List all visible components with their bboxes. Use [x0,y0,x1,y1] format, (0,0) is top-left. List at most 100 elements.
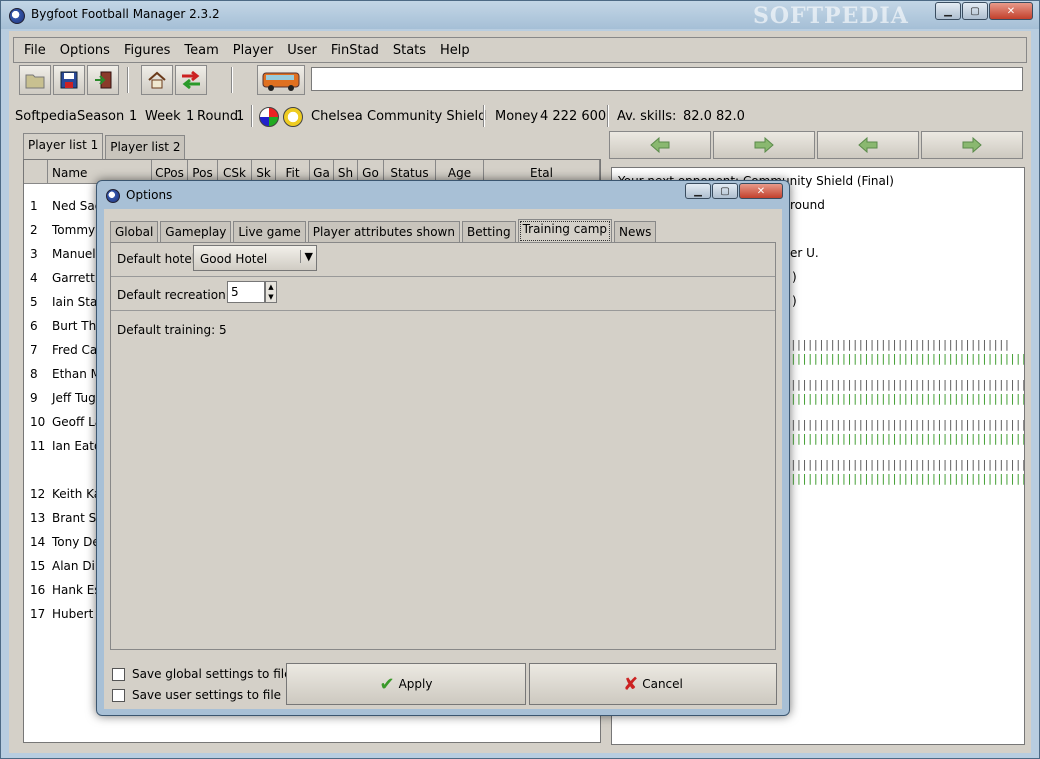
opponent-line-2: round [790,198,825,212]
menu-help[interactable]: Help [440,43,470,58]
maximize-button[interactable]: ▢ [962,2,988,20]
chevron-down-icon: ▼ [299,250,313,263]
home-icon [148,71,166,89]
cross-icon: ✘ [623,673,639,695]
team-style-icon[interactable] [259,107,279,127]
left-arrow-icon [858,137,878,153]
team-name: Chelsea [311,109,363,124]
menu-user[interactable]: User [287,43,317,58]
user-name: Softpedia [15,109,77,124]
tab-training-camp[interactable]: Training camp [517,219,612,243]
tab-betting[interactable]: Betting [461,221,516,243]
right-arrow-icon [962,137,982,153]
menu-team[interactable]: Team [184,43,218,58]
week-label: Week [145,109,181,124]
dialog-button-bar: Save global settings to file Save user s… [104,659,782,709]
folder-icon [25,74,45,89]
prev-fixture-button[interactable] [609,131,711,159]
tab-live-game[interactable]: Live game [233,221,306,243]
new-week-button[interactable] [257,65,305,95]
skill-bar-4: ||||||||||||||||||||||||||||||||||||||||… [790,392,1024,405]
skill-bar-6: ||||||||||||||||||||||||||||||||||||||||… [790,432,1024,445]
menu-stats[interactable]: Stats [393,43,426,58]
default-recreation-row: Default recreation: ▲ ▼ [111,277,775,311]
open-folder-button[interactable] [19,65,51,95]
training-camp-page: Default hotel Good Hotel ▼ Default recre… [110,242,776,650]
round-label: Round [197,109,239,124]
toolbar [13,65,1027,97]
dialog-minimize-button[interactable]: ▁ [685,183,711,199]
left-arrow-icon [650,137,670,153]
default-recreation-spinner[interactable]: ▲ ▼ [227,281,277,303]
save-global-checkbox[interactable]: Save global settings to file [112,667,292,681]
tab-gameplay[interactable]: Gameplay [160,221,232,243]
team-boost-icon[interactable] [283,107,303,127]
tab-global[interactable]: Global [110,221,159,243]
dialog-maximize-button[interactable]: ▢ [712,183,738,199]
spin-down-icon[interactable]: ▼ [266,292,276,302]
close-button[interactable]: ✕ [989,2,1033,20]
default-hotel-label: Default hotel [117,252,196,266]
season-label: Season [77,109,125,124]
status-entry[interactable] [311,67,1023,91]
menu-figures[interactable]: Figures [124,43,170,58]
opponent-line-5: ) [792,294,797,308]
season-value: 1 [129,109,138,124]
cancel-button[interactable]: ✘ Cancel [529,663,777,705]
quit-button[interactable] [87,65,119,95]
save-button[interactable] [53,65,85,95]
spin-up-icon[interactable]: ▲ [266,282,276,292]
tab-news[interactable]: News [614,221,657,243]
tab-player-attributes[interactable]: Player attributes shown [307,221,460,243]
skill-bar-5: ||||||||||||||||||||||||||||||||||||||||… [790,418,1025,431]
dialog-client: Global Gameplay Live game Player attribu… [104,209,782,709]
options-tabs: Global Gameplay Live game Player attribu… [110,219,658,243]
checkmark-icon: ✔ [379,673,395,695]
dialog-title: Options [126,188,173,202]
menu-file[interactable]: File [24,43,46,58]
bus-icon [262,72,300,91]
default-hotel-value: Good Hotel [200,252,268,266]
avskills-value-2: 82.0 [716,109,745,124]
tab-player-list-1[interactable]: Player list 1 [23,133,104,159]
player-list-tabs: Player list 1 Player list 2 [23,133,187,159]
menu-finstad[interactable]: FinStad [331,43,379,58]
apply-button[interactable]: ✔ Apply [286,663,526,705]
opponent-line-3: er U. [790,246,819,260]
next-fixture-button[interactable] [713,131,815,159]
menu-bar: File Options Figures Team Player User Fi… [13,37,1027,63]
dialog-close-button[interactable]: ✕ [739,183,783,199]
skill-bar-8: ||||||||||||||||||||||||||||||||||||||||… [790,472,1025,485]
exit-door-icon [95,71,112,89]
transfers-button[interactable] [175,65,207,95]
app-ball-icon [9,8,25,24]
prev-league-button[interactable] [817,131,919,159]
avskills-value-1: 82.0 [683,109,712,124]
money-value: 4 222 600 [540,109,607,124]
back-to-main-button[interactable] [141,65,173,95]
title-bar: Bygfoot Football Manager 2.3.2 SOFTPEDIA… [1,1,1039,29]
default-recreation-input[interactable] [227,281,265,303]
week-value: 1 [186,109,195,124]
default-training-text: Default training: 5 [117,323,227,337]
money-label: Money [495,109,539,124]
menu-player[interactable]: Player [233,43,273,58]
skill-bar-2: ||||||||||||||||||||||||||||||||||||||||… [790,352,1024,365]
info-bar: Softpedia Season 1 Week 1 Round 1 Chelse… [9,105,1031,127]
opponent-line-4: ) [792,270,797,284]
softpedia-watermark: SOFTPEDIA [753,3,909,29]
default-recreation-label: Default recreation: [117,288,230,302]
minimize-button[interactable]: ▁ [935,2,961,20]
competition-name: Community Shield [367,109,487,124]
save-user-checkbox[interactable]: Save user settings to file [112,688,281,702]
options-dialog: Options ▁ ▢ ✕ Global Gameplay Live game … [96,180,790,716]
default-hotel-row: Default hotel Good Hotel ▼ [111,243,775,277]
window-title: Bygfoot Football Manager 2.3.2 [31,7,220,21]
tab-player-list-2[interactable]: Player list 2 [105,135,186,159]
next-league-button[interactable] [921,131,1023,159]
floppy-icon [60,71,78,89]
skill-bar-3: ||||||||||||||||||||||||||||||||||||||||… [790,378,1025,391]
right-arrow-icon [754,137,774,153]
default-hotel-select[interactable]: Good Hotel ▼ [193,245,317,271]
menu-options[interactable]: Options [60,43,110,58]
